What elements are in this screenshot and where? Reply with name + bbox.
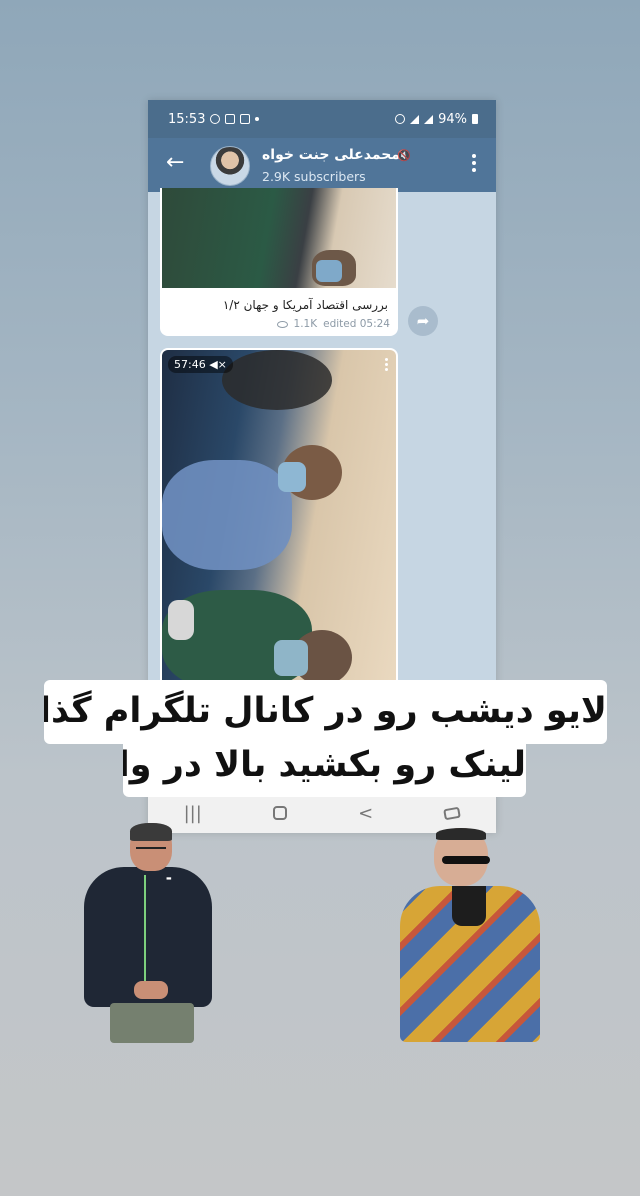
video-menu-icon[interactable] — [385, 358, 388, 373]
channel-header: ← محمدعلی جنت خواه 🔇 2.9K subscribers — [148, 138, 496, 192]
video-player[interactable]: 57:46 ◀× — [162, 350, 396, 688]
sticker-shirt — [452, 886, 486, 926]
sticker-hair — [436, 828, 486, 840]
alarm-icon — [395, 114, 406, 124]
sticker-hair — [130, 823, 172, 841]
battery-percent: 94% — [438, 111, 467, 127]
back-arrow-icon[interactable]: ← — [166, 152, 184, 174]
more-menu-icon[interactable] — [472, 154, 476, 175]
video-thumbnail[interactable] — [162, 188, 396, 288]
sticker-legs — [110, 1003, 194, 1043]
home-icon[interactable] — [272, 806, 287, 820]
recent-apps-icon[interactable]: ||| — [184, 803, 202, 824]
sticker-glasses — [136, 847, 166, 855]
video-object — [168, 600, 194, 640]
sticker-earphone-wire — [144, 875, 146, 985]
avatar[interactable] — [210, 146, 250, 186]
message-caption: بررسی اقتصاد آمریکا و جهان ۱/۲ — [222, 298, 388, 312]
video-person — [222, 350, 332, 410]
battery-icon — [472, 114, 478, 124]
muted-speaker-icon: ◀× — [209, 358, 227, 371]
whatsapp-icon — [210, 114, 221, 124]
sticker-man-right — [400, 828, 542, 1042]
channel-title[interactable]: محمدعلی جنت خواه — [262, 147, 400, 163]
view-count: 1.1K — [293, 318, 318, 330]
video-person-mask — [278, 462, 306, 492]
sticker-man-left: ▬ — [84, 823, 214, 1043]
status-time: 15:53 — [168, 111, 206, 127]
share-icon[interactable]: ➦ — [408, 306, 438, 336]
gallery-icon — [225, 114, 236, 124]
video-message-bubble[interactable]: 57:46 ◀× — [160, 348, 398, 688]
video-duration-text: 57:46 — [174, 358, 206, 371]
video-person — [162, 460, 292, 570]
sticker-hands — [134, 981, 168, 999]
mail-icon — [240, 114, 251, 124]
overlay-text-line-2: لینک رو بکشید بالا در واقع — [123, 737, 526, 797]
mute-icon: 🔇 — [397, 149, 411, 162]
wifi-icon — [410, 114, 420, 124]
keyboard-icon[interactable] — [443, 806, 462, 820]
video-person-mask — [274, 640, 308, 676]
message-meta: 1.1K edited 05:24 — [276, 318, 390, 330]
edited-time: edited 05:24 — [323, 318, 390, 330]
nav-back-icon[interactable]: < — [358, 803, 373, 824]
sticker-shirt-logo: ▬ — [166, 875, 172, 882]
sticker-sunglasses — [442, 856, 490, 864]
notification-dot-icon — [255, 117, 260, 121]
message-bubble[interactable]: بررسی اقتصاد آمریکا و جهان ۱/۲ 1.1K edit… — [160, 188, 398, 336]
views-icon — [276, 320, 288, 328]
status-bar: 15:53 94% — [148, 100, 496, 138]
subscriber-count: 2.9K subscribers — [262, 169, 366, 184]
overlay-text-line-1: لایو دیشب رو در کانال تلگرام گذاشتم — [44, 680, 607, 744]
video-duration: 57:46 ◀× — [168, 356, 233, 373]
signal-icon — [424, 114, 434, 124]
thumbnail-mask — [316, 260, 342, 282]
